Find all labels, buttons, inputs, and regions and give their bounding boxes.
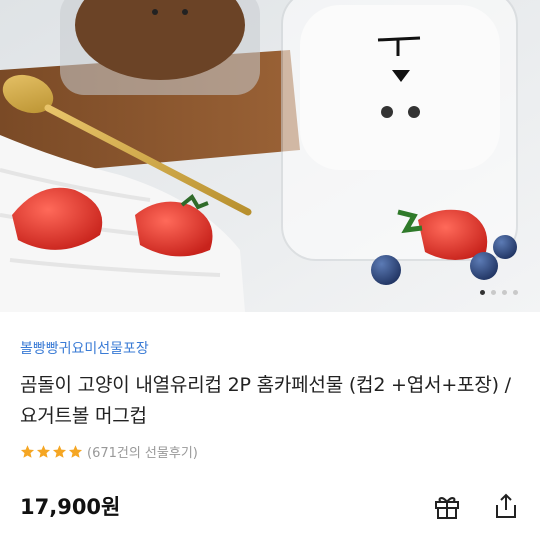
product-title: 곰돌이 고양이 내열유리컵 2P 홈카페선물 (컵2 +엽서+포장) / 요거트… — [20, 374, 511, 427]
product-image-carousel[interactable] — [0, 0, 540, 312]
price-value: 17,900원 — [20, 495, 121, 519]
product-price: 17,900원 — [20, 491, 120, 521]
carousel-dot-active[interactable] — [480, 290, 485, 295]
star-icon — [36, 445, 51, 458]
carousel-dot[interactable] — [513, 290, 518, 295]
review-count: (671건의 선물후기) — [87, 446, 198, 461]
share-icon — [496, 493, 516, 518]
star-icon — [52, 445, 67, 458]
share-button[interactable] — [490, 490, 522, 522]
carousel-indicator — [480, 290, 518, 295]
star-icon — [68, 445, 83, 458]
product-photo — [0, 0, 540, 312]
carousel-dot[interactable] — [502, 290, 507, 295]
star-rating — [20, 444, 83, 459]
carousel-dot[interactable] — [491, 290, 496, 295]
star-icon — [20, 445, 35, 458]
product-page: 볼빵빵귀요미선물포장 곰돌이 고양이 내열유리컵 2P 홈카페선물 (컵2 +엽… — [0, 0, 540, 540]
gift-icon — [435, 497, 459, 519]
rating-row[interactable]: (671건의 선물후기) — [20, 442, 198, 461]
store-name-link[interactable]: 볼빵빵귀요미선물포장 — [20, 338, 149, 358]
gift-button[interactable] — [431, 490, 463, 522]
